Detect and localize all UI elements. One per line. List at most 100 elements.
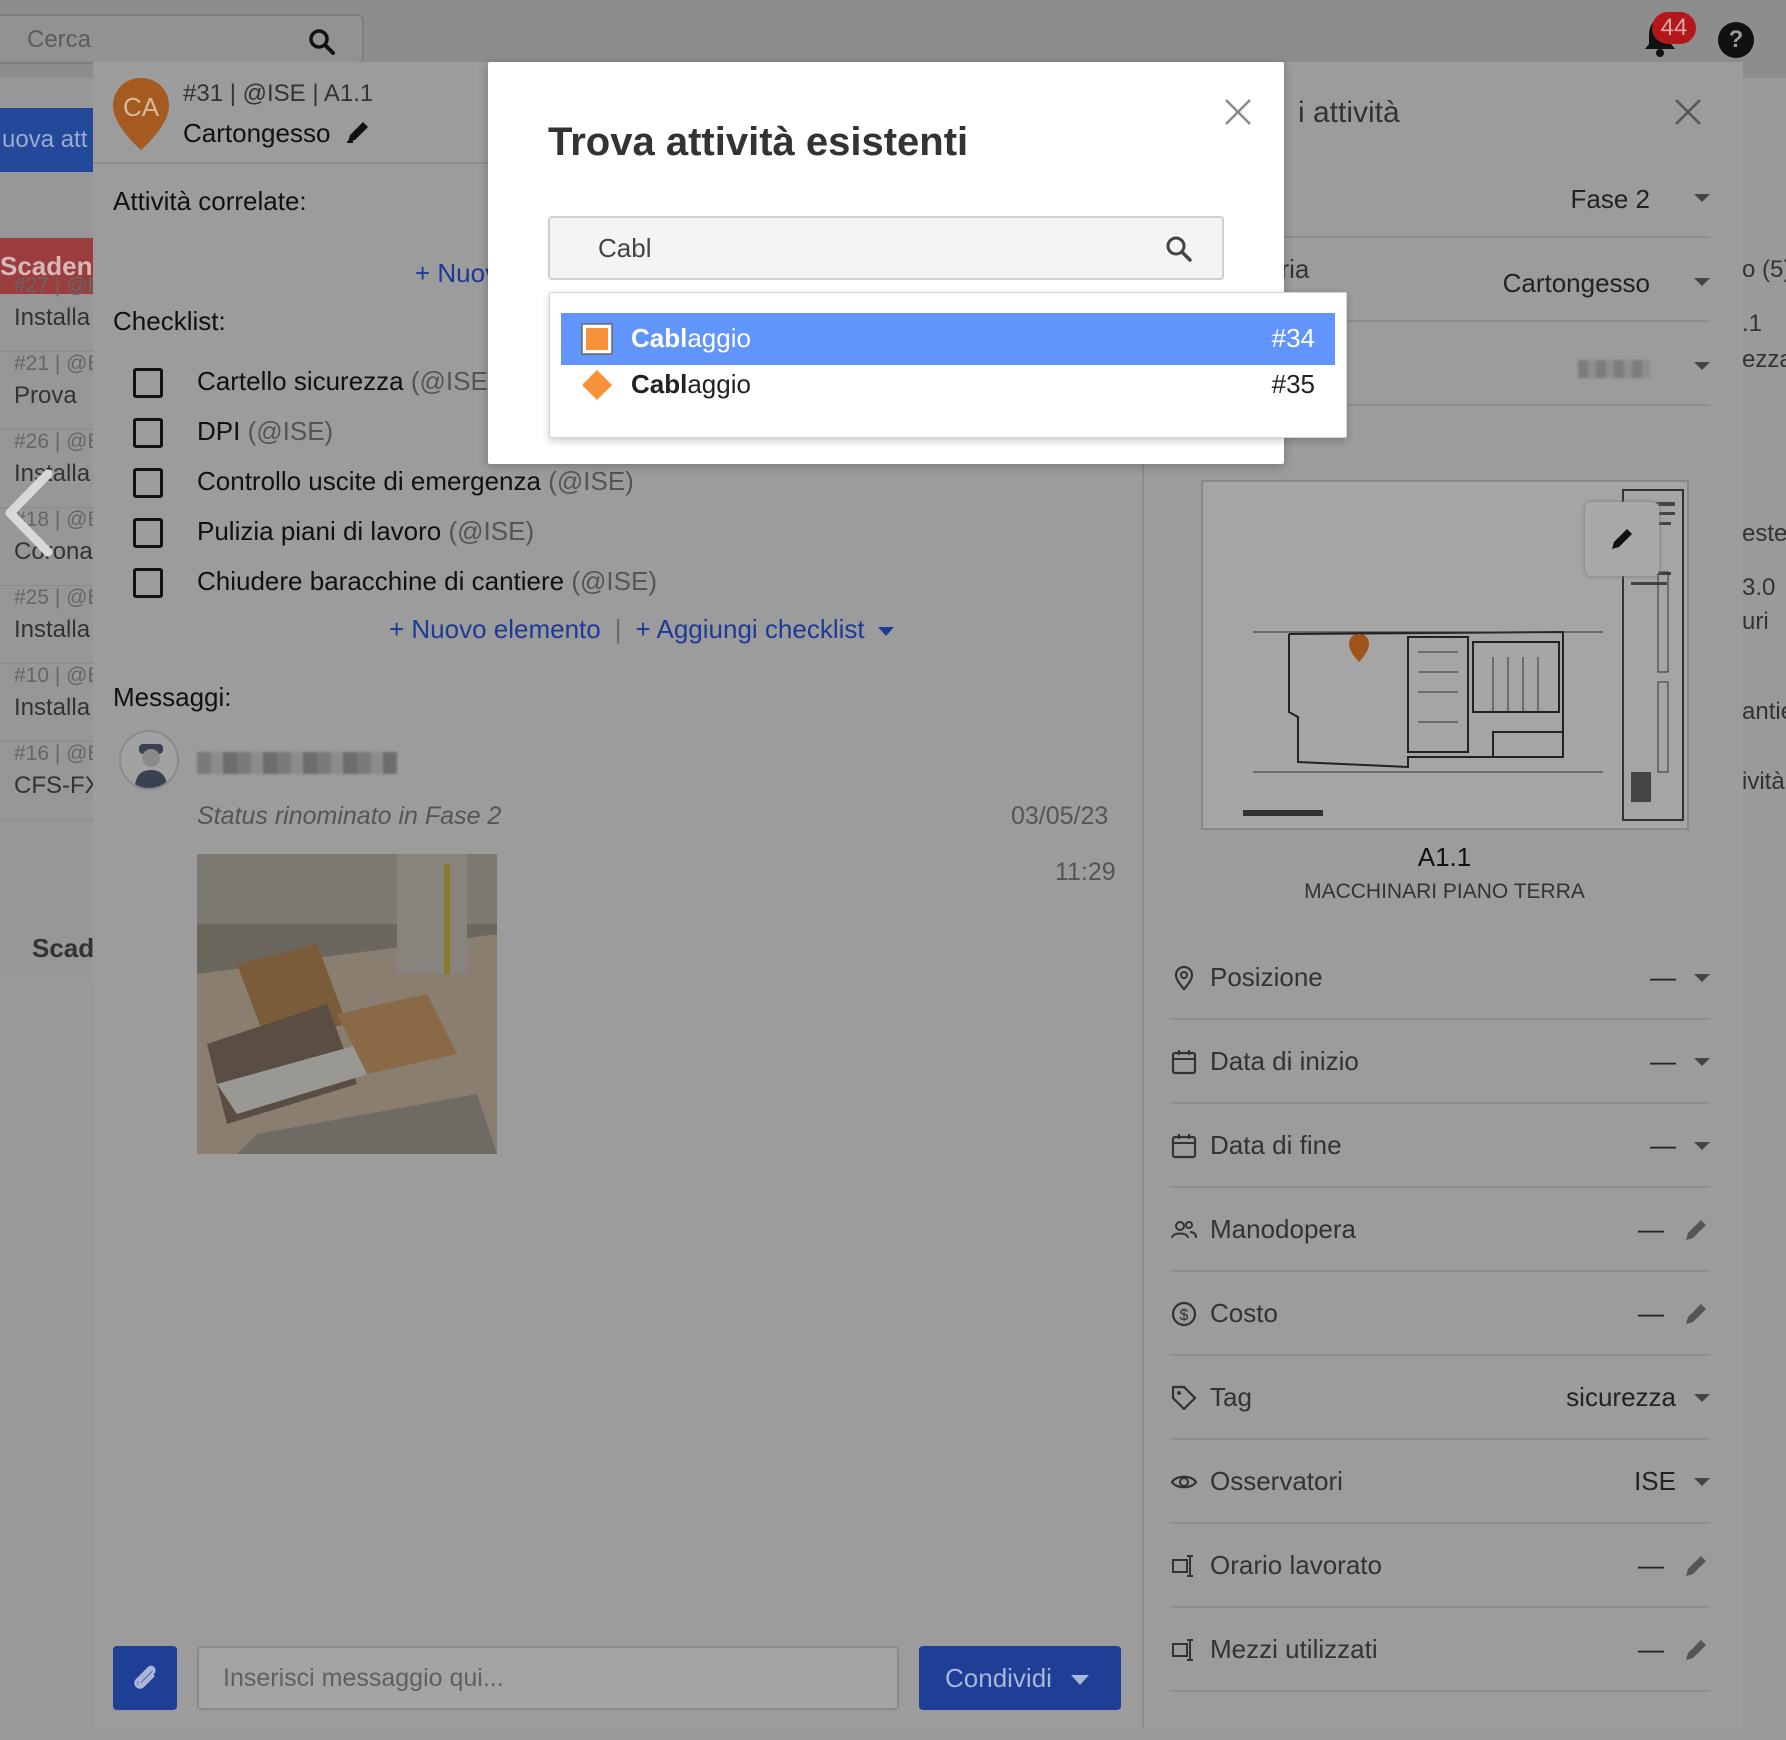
chevron-left-icon[interactable] <box>0 468 60 558</box>
search-results-dropdown: Cablaggio #34 Cablaggio #35 <box>549 292 1347 438</box>
search-result-item[interactable]: Cablaggio #34 <box>561 313 1335 365</box>
checklist-item-label: Chiudere baracchine di cantiere <box>197 566 565 596</box>
share-button[interactable]: Condividi <box>919 1646 1121 1710</box>
global-search-input[interactable]: Cerca <box>0 14 364 64</box>
property-label: Tag <box>1210 1382 1252 1412</box>
global-search-placeholder: Cerca <box>27 26 92 53</box>
add-checklist-link[interactable]: + Aggiungi checklist <box>636 614 894 644</box>
pencil-icon[interactable] <box>1682 1636 1710 1664</box>
category-value: Cartongesso <box>1502 268 1650 298</box>
plan-description: MACCHINARI PIANO TERRA <box>1304 880 1585 903</box>
position-field[interactable]: Posizione — <box>1170 936 1710 1020</box>
task-title-text: Cartongesso <box>183 118 331 148</box>
list-item[interactable]: #10 | @E Installa <box>0 654 94 742</box>
result-number: #35 <box>1271 369 1315 399</box>
message-input[interactable]: Inserisci messaggio qui... <box>197 1646 899 1710</box>
start-date-field[interactable]: Data di inizio — <box>1170 1020 1710 1104</box>
checklist-checkbox[interactable] <box>133 568 163 598</box>
edit-plan-button[interactable] <box>1585 502 1659 576</box>
eye-icon <box>1170 1468 1198 1496</box>
right-edge-text: .1 <box>1742 310 1763 337</box>
property-label: Mezzi utilizzati <box>1210 1634 1378 1664</box>
property-value: — <box>1650 1046 1676 1076</box>
worklog-icon <box>1170 1636 1198 1664</box>
checklist-item-assignee: (@ISE) <box>410 366 497 396</box>
caret-down-icon <box>877 626 894 636</box>
pencil-icon[interactable] <box>1682 1300 1710 1328</box>
pencil-icon[interactable] <box>344 118 372 153</box>
notifications-badge[interactable]: 44 <box>1652 12 1696 44</box>
checklist-item-label: DPI <box>197 416 241 446</box>
checklist-item-assignee: (@ISE) <box>247 416 334 446</box>
checklist-label: Checklist: <box>113 306 226 336</box>
worklog-icon <box>1170 1552 1198 1580</box>
new-element-link[interactable]: + Nuovo elemento <box>389 614 601 644</box>
pencil-icon[interactable] <box>1682 1552 1710 1580</box>
property-value: — <box>1650 1130 1676 1160</box>
list-item[interactable]: #21 | @E Prova <box>0 342 94 430</box>
pencil-icon[interactable] <box>1682 1216 1710 1244</box>
message-photo[interactable] <box>197 854 497 1154</box>
observers-field[interactable]: Osservatori ISE <box>1170 1440 1710 1524</box>
new-related-task-link[interactable]: + Nuov <box>415 258 498 289</box>
people-icon <box>1170 1216 1198 1244</box>
right-edge-text: ività <box>1742 768 1785 795</box>
search-icon[interactable] <box>308 28 336 61</box>
dollar-icon: $ <box>1170 1300 1198 1328</box>
list-item-name: Installa <box>14 694 91 721</box>
task-title[interactable]: Cartongesso <box>183 118 372 153</box>
list-item[interactable]: #27 | @E Installa <box>0 264 94 352</box>
right-edge-text: uri <box>1742 608 1769 635</box>
status-value: Fase 2 <box>1570 184 1651 214</box>
scadenza-bottom-tab[interactable]: Scade <box>0 918 94 978</box>
tag-field[interactable]: Tag sicurezza <box>1170 1356 1710 1440</box>
checklist-checkbox[interactable] <box>133 468 163 498</box>
list-item-meta: #21 | @E <box>14 352 94 375</box>
orange-diamond-icon <box>581 369 613 401</box>
list-item-meta: #26 | @E <box>14 430 94 453</box>
attach-button[interactable] <box>113 1646 177 1710</box>
right-edge-text: 3.0 <box>1742 574 1776 601</box>
caret-down-icon <box>1694 974 1710 982</box>
property-value: — <box>1650 962 1676 992</box>
result-rest-text: aggio <box>687 369 751 399</box>
right-edge-text: o (5) <box>1742 256 1786 283</box>
equipment-used-field[interactable]: Mezzi utilizzati — <box>1170 1608 1710 1692</box>
hours-worked-field[interactable]: Orario lavorato — <box>1170 1524 1710 1608</box>
checklist-item-assignee: (@ISE) <box>548 466 634 496</box>
help-icon[interactable]: ? <box>1718 22 1754 58</box>
message-time: 11:29 <box>1055 858 1116 886</box>
right-edge-text: antie <box>1742 698 1786 725</box>
calendar-icon <box>1170 1132 1198 1160</box>
search-result-item[interactable]: Cablaggio #35 <box>561 359 1335 411</box>
close-icon[interactable] <box>1222 96 1254 128</box>
checklist-actions: + Nuovo elemento | + Aggiungi checklist <box>389 614 894 645</box>
labor-field[interactable]: Manodopera — <box>1170 1188 1710 1272</box>
right-edge-text: este <box>1742 520 1786 547</box>
property-value: — <box>1638 1214 1664 1244</box>
end-date-field[interactable]: Data di fine — <box>1170 1104 1710 1188</box>
checklist-item-assignee: (@ISE) <box>448 516 535 546</box>
location-pin-icon <box>1170 964 1198 992</box>
list-item-name: Installa <box>14 304 91 331</box>
result-number: #34 <box>1271 323 1315 353</box>
list-item-name: Prova <box>14 382 77 409</box>
task-search-input[interactable] <box>548 216 1224 280</box>
list-item[interactable]: #16 | @E CFS-FX <box>0 732 94 820</box>
caret-down-icon <box>1694 194 1710 202</box>
list-item-name: CFS-FX <box>14 772 94 799</box>
property-label: Costo <box>1210 1298 1278 1328</box>
message-date: 03/05/23 <box>1011 802 1109 830</box>
cost-field[interactable]: $ Costo — <box>1170 1272 1710 1356</box>
checklist-checkbox[interactable] <box>133 518 163 548</box>
list-item[interactable]: #25 | @E Installa <box>0 576 94 664</box>
close-icon[interactable] <box>1672 96 1704 128</box>
checklist-checkbox[interactable] <box>133 368 163 398</box>
property-value: ISE <box>1634 1466 1676 1496</box>
new-task-button[interactable]: uova att <box>0 108 94 172</box>
checklist-checkbox[interactable] <box>133 418 163 448</box>
floor-plan-thumbnail[interactable] <box>1201 480 1689 830</box>
result-match-text: Cabl <box>631 323 688 353</box>
actions-separator: | <box>614 614 622 644</box>
assignee-redacted <box>1578 360 1650 379</box>
